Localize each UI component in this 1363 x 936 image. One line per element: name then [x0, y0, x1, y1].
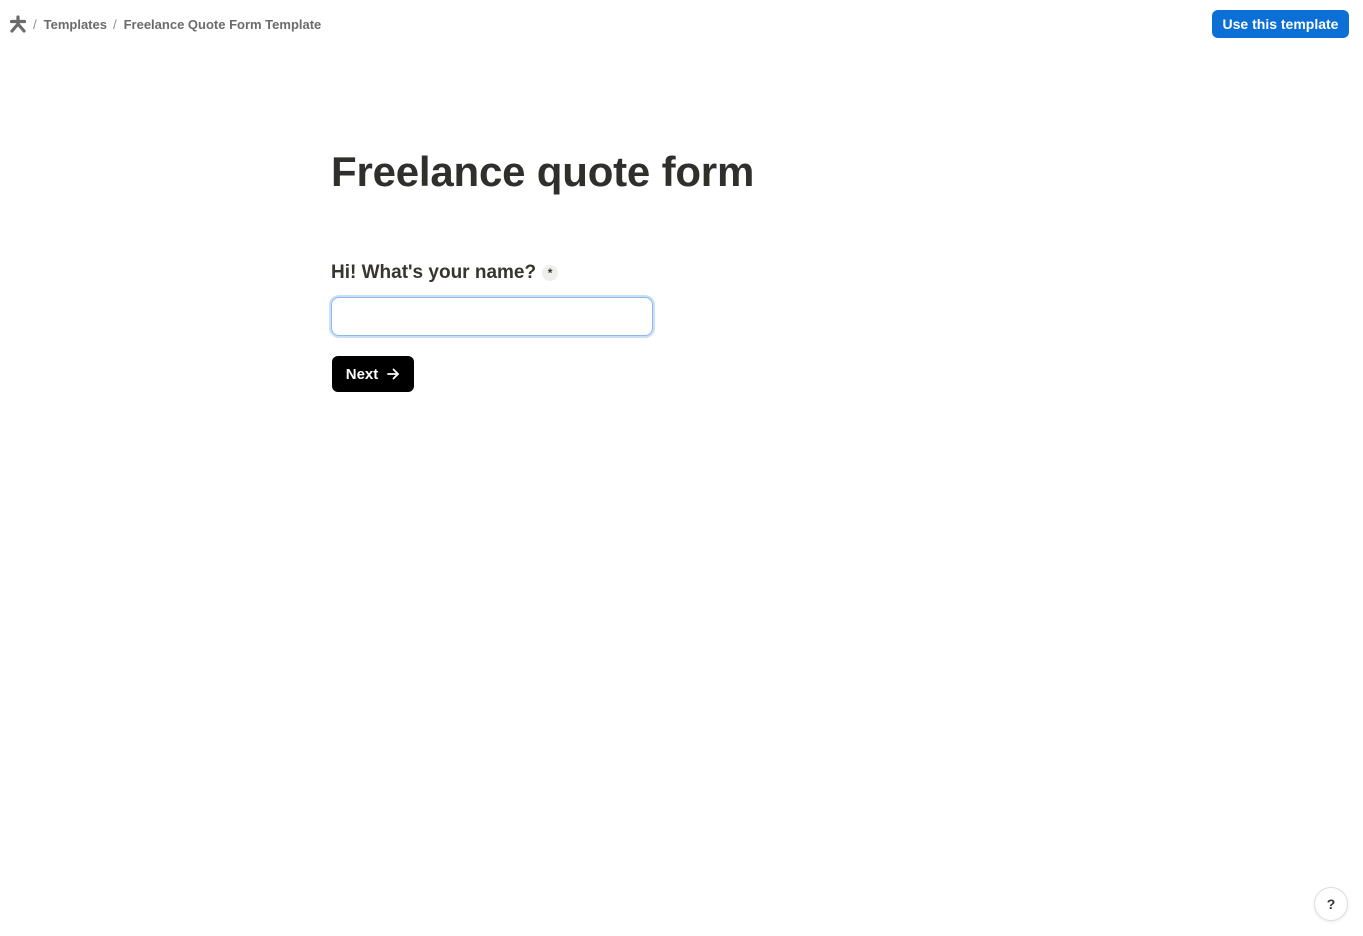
breadcrumb: / Templates / Freelance Quote Form Templ… [9, 14, 321, 34]
use-template-button[interactable]: Use this template [1212, 10, 1349, 38]
next-button-label: Next [345, 365, 379, 383]
breadcrumb-separator: / [112, 16, 117, 32]
asterisk-logo-icon[interactable] [9, 15, 27, 33]
page: / Templates / Freelance Quote Form Templ… [0, 0, 1363, 936]
form-title: Freelance quote form [331, 148, 755, 195]
required-marker: * [542, 265, 559, 281]
arrow-right-icon [386, 367, 400, 381]
next-button[interactable]: Next [332, 356, 414, 392]
breadcrumb-current-page[interactable]: Freelance Quote Form Template [124, 17, 322, 32]
top-bar: / Templates / Freelance Quote Form Templ… [0, 0, 1363, 48]
breadcrumb-templates-link[interactable]: Templates [44, 17, 107, 32]
breadcrumb-separator: / [33, 16, 37, 32]
name-input[interactable] [331, 297, 653, 336]
question-text: Hi! What's your name? [331, 262, 537, 283]
help-button[interactable]: ? [1314, 887, 1348, 921]
question-label: Hi! What's your name? * [331, 262, 559, 284]
